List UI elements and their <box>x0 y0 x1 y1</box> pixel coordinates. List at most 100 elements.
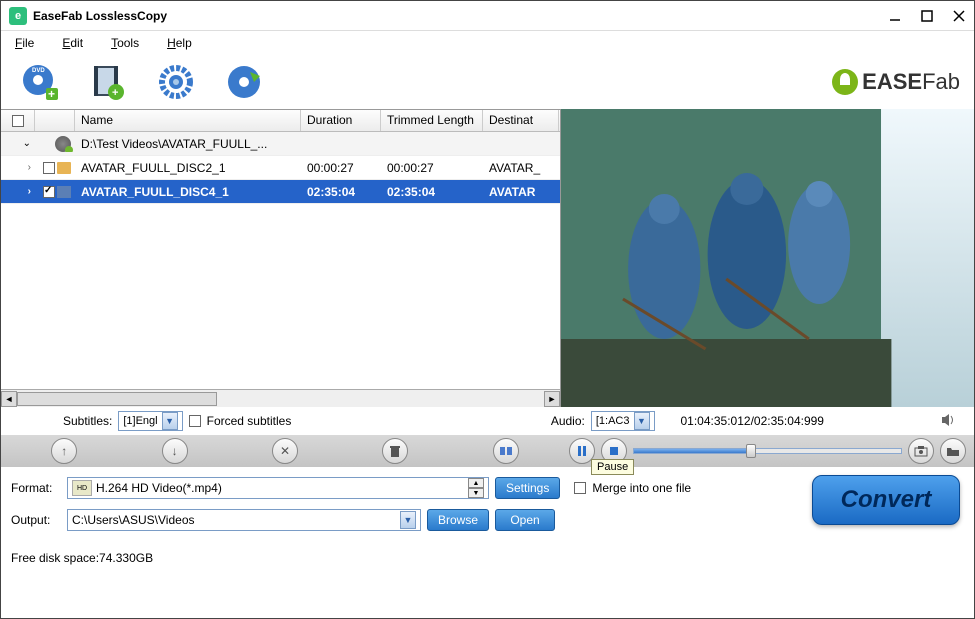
expand-icon[interactable]: › <box>28 186 31 197</box>
col-trimmed[interactable]: Trimmed Length <box>381 110 483 131</box>
col-name[interactable]: Name <box>75 110 301 131</box>
row-checkbox[interactable] <box>43 162 55 174</box>
status-bar: Free disk space:74.330GB <box>1 547 974 569</box>
col-destination[interactable]: Destinat <box>483 110 559 131</box>
titlebar: е EaseFab LosslessCopy <box>1 1 974 31</box>
brand-logo: EASEFab <box>832 69 960 95</box>
svg-text:+: + <box>112 87 118 99</box>
format-down-button[interactable]: ▼ <box>468 488 484 498</box>
table-row[interactable]: › AVATAR_FUULL_DISC2_1 00:00:27 00:00:27… <box>1 156 560 180</box>
subtitle-audio-row: Subtitles: [1]Engl ▼ Forced subtitles Aud… <box>1 407 974 435</box>
brand-text-fab: Fab <box>922 69 960 95</box>
video-preview[interactable] <box>561 109 974 407</box>
select-all-checkbox[interactable] <box>12 115 24 127</box>
merge-checkbox[interactable] <box>574 482 586 494</box>
open-button[interactable]: Open <box>495 509 555 531</box>
row-dest: AVATAR <box>483 185 559 199</box>
svg-text:DVD: DVD <box>32 68 45 74</box>
controls-bar: ↑ ↓ ✕ <box>1 435 974 467</box>
remove-button[interactable]: ✕ <box>272 438 298 464</box>
parent-name: D:\Test Videos\AVATAR_FUULL_... <box>75 137 301 151</box>
table-row-parent[interactable]: ⌄ D:\Test Videos\AVATAR_FUULL_... <box>1 132 560 156</box>
format-up-button[interactable]: ▲ <box>468 478 484 488</box>
load-video-button[interactable]: + <box>87 61 129 103</box>
chevron-down-icon[interactable]: ▼ <box>162 412 178 430</box>
menu-help[interactable]: Help <box>167 36 192 50</box>
browse-button[interactable]: Browse <box>427 509 489 531</box>
trim-button[interactable] <box>493 438 519 464</box>
horizontal-scrollbar[interactable]: ◄ ► <box>1 389 560 407</box>
menu-tools[interactable]: Tools <box>111 36 139 50</box>
snapshot-button[interactable] <box>908 438 934 464</box>
row-duration: 02:35:04 <box>301 185 381 199</box>
delete-button[interactable] <box>382 438 408 464</box>
seek-bar[interactable] <box>633 448 902 454</box>
brand-text-ease: EASE <box>862 69 922 95</box>
scroll-thumb[interactable] <box>17 392 217 406</box>
format-icon: HD <box>72 480 92 496</box>
convert-button[interactable]: Convert <box>812 475 960 525</box>
brand-icon <box>832 69 858 95</box>
film-icon <box>57 186 71 198</box>
film-icon <box>57 162 71 174</box>
merge-label: Merge into one file <box>592 481 691 495</box>
audio-label: Audio: <box>551 414 585 428</box>
menubar: File Edit Tools Help <box>1 31 974 55</box>
window-title: EaseFab LosslessCopy <box>33 9 167 23</box>
app-icon: е <box>9 7 27 25</box>
col-duration[interactable]: Duration <box>301 110 381 131</box>
close-button[interactable] <box>952 9 966 23</box>
folder-button[interactable] <box>940 438 966 464</box>
row-dest: AVATAR_ <box>483 161 559 175</box>
settings-button[interactable] <box>155 61 197 103</box>
row-name: AVATAR_FUULL_DISC4_1 <box>75 185 301 199</box>
app-window: е EaseFab LosslessCopy File Edit Tools H… <box>0 0 975 619</box>
playback-time: 01:04:35:012/02:35:04:999 <box>675 414 935 428</box>
grid-header: Name Duration Trimmed Length Destinat <box>1 110 560 132</box>
settings-button[interactable]: Settings <box>495 477 560 499</box>
volume-icon[interactable] <box>940 412 958 430</box>
output-label: Output: <box>11 513 61 527</box>
scroll-right-button[interactable]: ► <box>544 391 560 407</box>
format-value: H.264 HD Video(*.mp4) <box>96 481 464 495</box>
row-name: AVATAR_FUULL_DISC2_1 <box>75 161 301 175</box>
seek-knob[interactable] <box>746 444 756 458</box>
menu-file[interactable]: File <box>15 36 34 50</box>
disc-icon <box>55 136 71 152</box>
bottom-panel: Pause Format: HD H.264 HD Video(*.mp4) ▲… <box>1 467 974 547</box>
disc-action-button[interactable] <box>223 61 265 103</box>
row-checkbox[interactable] <box>43 186 55 198</box>
subtitles-value: [1]Engl <box>123 415 157 427</box>
toolbar: DVD + + EASEFab <box>1 55 974 109</box>
grid-body: ⌄ D:\Test Videos\AVATAR_FUULL_... › AVAT… <box>1 132 560 389</box>
move-down-button[interactable]: ↓ <box>162 438 188 464</box>
scroll-left-button[interactable]: ◄ <box>1 391 17 407</box>
format-label: Format: <box>11 481 61 495</box>
chevron-down-icon[interactable]: ▼ <box>400 511 416 529</box>
minimize-button[interactable] <box>888 9 902 23</box>
audio-dropdown[interactable]: [1:AC3 ▼ <box>591 411 655 431</box>
subtitles-label: Subtitles: <box>63 414 112 428</box>
audio-value: [1:AC3 <box>596 415 630 427</box>
subtitles-dropdown[interactable]: [1]Engl ▼ <box>118 411 182 431</box>
forced-subtitles-label: Forced subtitles <box>207 414 292 428</box>
output-combo[interactable]: C:\Users\ASUS\Videos ▼ <box>67 509 421 531</box>
row-duration: 00:00:27 <box>301 161 381 175</box>
collapse-icon[interactable]: ⌄ <box>23 138 31 149</box>
file-grid: Name Duration Trimmed Length Destinat ⌄ … <box>1 109 561 407</box>
row-trimmed: 00:00:27 <box>381 161 483 175</box>
format-combo[interactable]: HD H.264 HD Video(*.mp4) ▲▼ <box>67 477 489 499</box>
menu-edit[interactable]: Edit <box>62 36 83 50</box>
move-up-button[interactable]: ↑ <box>51 438 77 464</box>
expand-icon[interactable]: › <box>28 162 31 173</box>
output-value: C:\Users\ASUS\Videos <box>72 513 400 527</box>
chevron-down-icon[interactable]: ▼ <box>634 412 650 430</box>
row-trimmed: 02:35:04 <box>381 185 483 199</box>
svg-text:+: + <box>48 87 55 101</box>
forced-subtitles-checkbox[interactable] <box>189 415 201 427</box>
maximize-button[interactable] <box>920 9 934 23</box>
preview-frame <box>561 109 974 407</box>
load-disc-button[interactable]: DVD + <box>19 61 61 103</box>
table-row-selected[interactable]: › AVATAR_FUULL_DISC4_1 02:35:04 02:35:04… <box>1 180 560 204</box>
pause-tooltip: Pause <box>591 459 634 475</box>
